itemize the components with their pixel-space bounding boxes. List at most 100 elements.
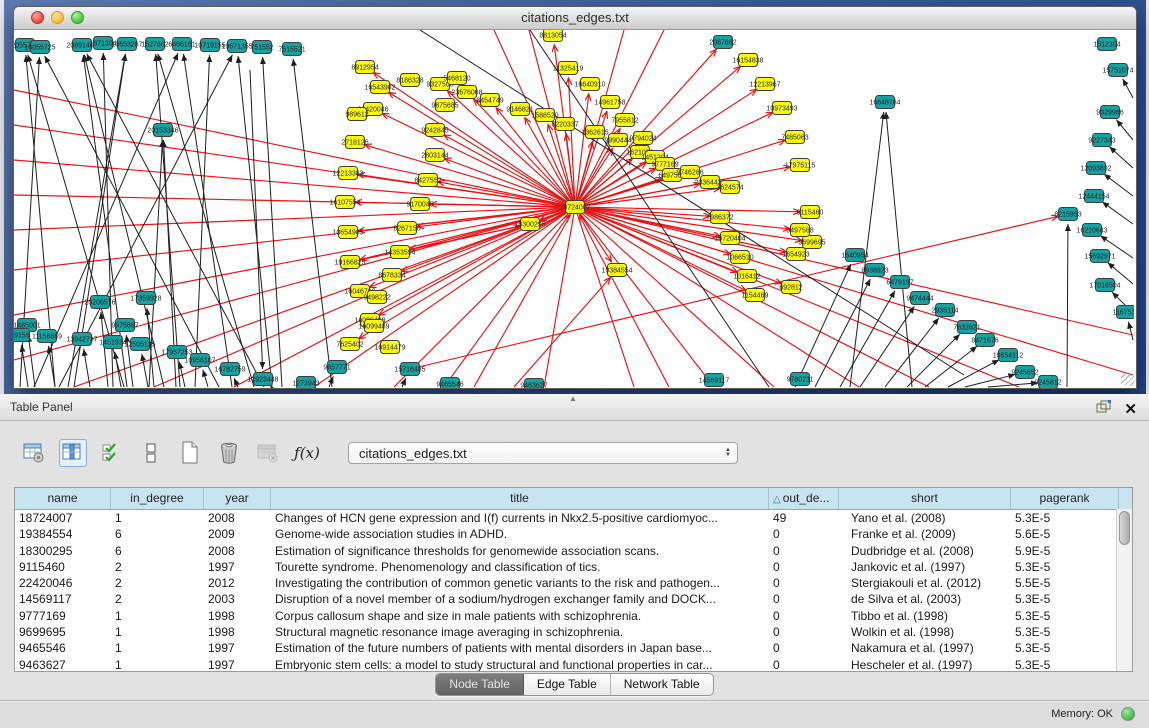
graph-node[interactable]: 9699695 <box>798 236 825 249</box>
table-row[interactable]: 1872400712008Changes of HCN gene express… <box>15 510 1132 526</box>
tab-network-table[interactable]: Network Table <box>611 674 713 695</box>
graph-node[interactable]: 8454749 <box>476 94 503 107</box>
graph-node[interactable]: 9990444 <box>604 134 631 147</box>
column-header-short[interactable]: short <box>839 488 1011 509</box>
graph-node[interactable]: 15716485 <box>394 363 425 376</box>
graph-node[interactable]: 8427552 <box>414 174 441 187</box>
graph-node[interactable]: 9857771 <box>323 361 350 374</box>
graph-node[interactable]: 9463627 <box>520 379 547 389</box>
network-window-titlebar[interactable]: citations_edges.txt <box>14 7 1136 30</box>
graph-node[interactable]: 12213967 <box>749 78 780 91</box>
show-hide-columns-button[interactable] <box>59 439 87 467</box>
table-row[interactable]: 1830029562008Estimation of significance … <box>15 543 1132 559</box>
graph-node[interactable]: 8678334 <box>378 269 405 282</box>
column-header-pagerank[interactable]: pagerank <box>1011 488 1119 509</box>
network-canvas[interactable]: 2055713140557252089140618713041065328715… <box>14 30 1136 388</box>
graph-node[interactable]: 8220337 <box>551 118 578 131</box>
table-row[interactable]: 977716911998Corpus callosum shape and si… <box>15 608 1132 624</box>
graph-node[interactable]: 9245812 <box>1034 376 1061 389</box>
float-panel-icon[interactable] <box>1096 399 1112 419</box>
graph-node[interactable]: 1527602 <box>141 38 168 51</box>
graph-node[interactable]: 14961758 <box>594 96 625 109</box>
graph-node[interactable]: 12444154 <box>1078 190 1109 203</box>
graph-node[interactable]: 8813054 <box>539 30 566 42</box>
graph-node[interactable]: 8471676 <box>971 334 998 347</box>
graph-node[interactable]: 8215953 <box>1054 208 1081 221</box>
graph-node[interactable]: 12093832 <box>1080 162 1111 175</box>
graph-node[interactable]: 8186328 <box>396 74 423 87</box>
graph-node[interactable]: 19166825 <box>334 256 365 269</box>
table-row[interactable]: 1456911722003Disruption of a novel membe… <box>15 591 1132 607</box>
graph-node[interactable]: 9474444 <box>906 292 933 305</box>
tab-edge-table[interactable]: Edge Table <box>524 674 611 695</box>
graph-node[interactable]: 9245652 <box>1011 366 1038 379</box>
create-column-button[interactable] <box>176 439 204 467</box>
graph-node[interactable]: 9746266 <box>676 166 703 179</box>
graph-node[interactable]: 13942737 <box>66 333 97 346</box>
graph-node[interactable]: 9146821 <box>506 103 533 116</box>
table-scrollbar[interactable] <box>1116 509 1132 671</box>
graph-node[interactable]: 16648784 <box>869 96 900 109</box>
graph-node[interactable]: 7515521 <box>278 43 305 56</box>
graph-node[interactable]: 2087682 <box>709 36 736 49</box>
graph-node[interactable]: 3624574 <box>716 181 743 194</box>
graph-node[interactable]: 9497568 <box>786 224 813 237</box>
graph-node[interactable]: 9227343 <box>1088 134 1115 147</box>
resize-grip[interactable] <box>1121 373 1134 386</box>
graph-node[interactable]: 19671355 <box>221 40 252 53</box>
network-window[interactable]: citations_edges.txt 20557131405572520891… <box>13 6 1137 389</box>
memory-indicator[interactable] <box>1121 707 1135 721</box>
graph-node[interactable]: 1016412 <box>733 270 760 283</box>
graph-node[interactable]: 17016504 <box>1089 279 1120 292</box>
graph-node[interactable]: 17359928 <box>130 292 161 305</box>
graph-node[interactable]: 12923448 <box>247 373 278 386</box>
graph-node[interactable]: 15751074 <box>1102 64 1133 77</box>
graph-node[interactable]: 17975115 <box>785 159 816 172</box>
graph-node[interactable]: 20153346 <box>147 124 178 137</box>
tab-node-table[interactable]: Node Table <box>436 674 524 695</box>
column-header-title[interactable]: title <box>271 488 769 509</box>
graph-node[interactable]: 751552 <box>250 41 273 54</box>
network-table-select[interactable]: citations_edges.txt ▲▼ <box>348 442 738 464</box>
graph-node[interactable]: 7986372 <box>706 211 733 224</box>
table-row[interactable]: 911546021997Tourette syndrome. Phenomeno… <box>15 559 1132 575</box>
column-header-year[interactable]: year <box>204 488 271 509</box>
graph-node[interactable]: 8912954 <box>351 61 378 74</box>
graph-node[interactable]: 39159 <box>14 329 30 342</box>
graph-node[interactable]: 1654923 <box>782 248 809 261</box>
graph-node[interactable]: 12213383 <box>332 167 363 180</box>
graph-node[interactable]: 5468120 <box>443 72 470 85</box>
graph-node[interactable]: 9465546 <box>436 378 463 389</box>
graph-node[interactable]: 989612 <box>345 108 368 121</box>
graph-node[interactable]: 9498222 <box>363 291 390 304</box>
graph-node[interactable]: 2803144 <box>421 149 448 162</box>
graph-node[interactable]: 9794024 <box>629 132 656 145</box>
graph-node[interactable]: 6466161 <box>168 38 195 51</box>
graph-node[interactable]: 9170045 <box>406 198 433 211</box>
graph-node[interactable]: 7955812 <box>611 114 638 127</box>
graph-node[interactable]: 16107554 <box>329 196 360 209</box>
table-row[interactable]: 2242004622012Investigating the contribut… <box>15 575 1132 591</box>
graph-node[interactable]: 1167533 <box>1113 306 1134 319</box>
table-row[interactable]: 946554611997Estimation of the future num… <box>15 640 1132 656</box>
table-row[interactable]: 1938455462009Genome-wide association stu… <box>15 526 1132 542</box>
panel-splitter-handle[interactable]: ▲ <box>569 395 577 403</box>
graph-node[interactable]: 692812 <box>779 281 802 294</box>
graph-node[interactable]: 9875685 <box>431 99 458 112</box>
graph-node[interactable]: 10654985 <box>332 226 363 239</box>
graph-node[interactable]: 1066510 <box>726 251 753 264</box>
graph-node[interactable]: 1273943 <box>292 377 319 389</box>
graph-node[interactable]: 14569117 <box>699 374 730 387</box>
graph-node[interactable]: 16640910 <box>574 78 605 91</box>
close-panel-icon[interactable]: ✕ <box>1124 402 1137 417</box>
graph-node[interactable]: 10973493 <box>766 102 797 115</box>
graph-node[interactable]: 7632621 <box>953 321 980 334</box>
graph-node[interactable]: 9242845 <box>421 124 448 137</box>
graph-node[interactable]: 1512304 <box>1093 38 1120 51</box>
network-svg[interactable]: 2055713140557252089140618713041065328715… <box>14 30 1134 388</box>
graph-node[interactable]: 1451934 <box>99 336 126 349</box>
column-header-out-de-[interactable]: △out_de... <box>769 488 839 509</box>
table-mode-button[interactable] <box>137 439 165 467</box>
function-builder-button[interactable]: ƒ(x) <box>293 439 321 467</box>
graph-node[interactable]: 9780211 <box>787 373 814 386</box>
